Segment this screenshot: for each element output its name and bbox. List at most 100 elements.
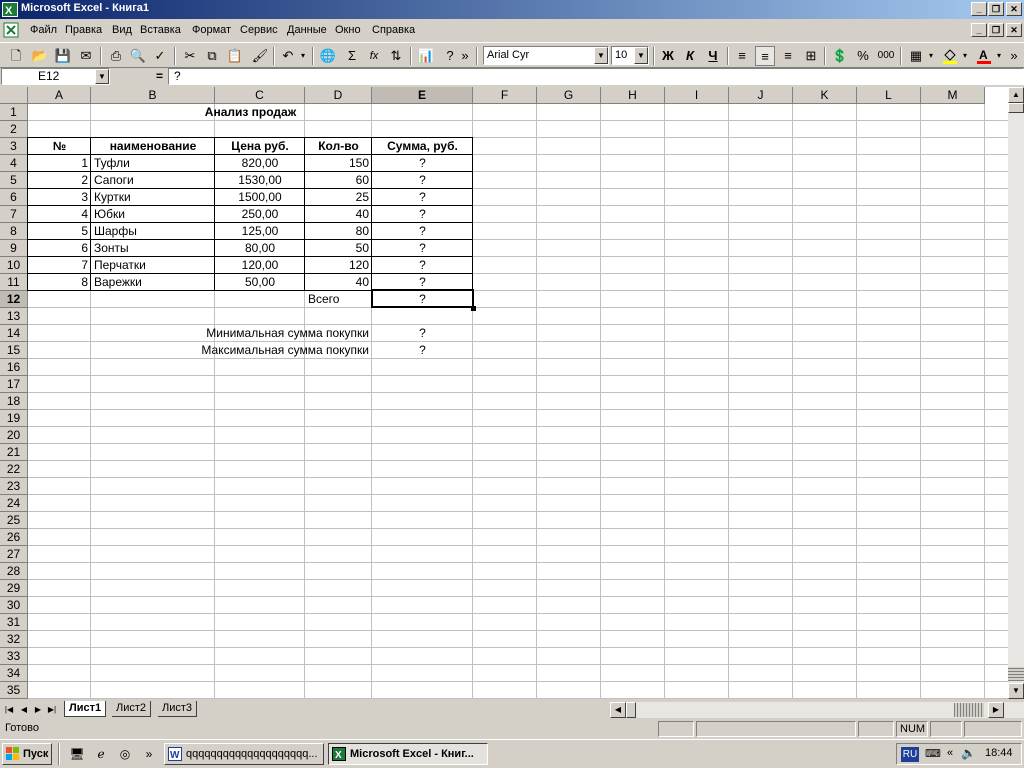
font-size-combo[interactable]: 10 ▼ bbox=[611, 46, 649, 65]
menu-format[interactable]: Формат bbox=[192, 24, 231, 36]
cut-icon[interactable]: ✂ bbox=[180, 46, 200, 66]
paste-icon[interactable]: 📋 bbox=[225, 46, 245, 66]
row-header-10[interactable]: 10 bbox=[0, 257, 28, 274]
row-header-19[interactable]: 19 bbox=[0, 410, 28, 427]
align-center-icon[interactable]: ≡ bbox=[755, 46, 775, 66]
format-painter-icon[interactable]: 🖌 bbox=[250, 46, 270, 66]
select-all-corner[interactable] bbox=[0, 87, 28, 104]
cell-product-name[interactable]: Туфли bbox=[91, 155, 215, 172]
cell-sum[interactable]: ? bbox=[372, 223, 473, 240]
column-header-a[interactable]: A bbox=[28, 87, 91, 104]
cell-number[interactable]: 8 bbox=[28, 274, 91, 291]
doc-minimize-button[interactable]: _ bbox=[971, 23, 987, 37]
row-header-22[interactable]: 22 bbox=[0, 461, 28, 478]
row-header-12[interactable]: 12 bbox=[0, 291, 28, 308]
row-header-6[interactable]: 6 bbox=[0, 189, 28, 206]
cell-number[interactable]: 6 bbox=[28, 240, 91, 257]
column-header-i[interactable]: I bbox=[665, 87, 729, 104]
currency-icon[interactable]: 💲 bbox=[830, 46, 850, 66]
scroll-left-icon[interactable]: ◀ bbox=[610, 702, 626, 718]
cell-number[interactable]: 4 bbox=[28, 206, 91, 223]
split-handle[interactable] bbox=[1008, 667, 1024, 681]
borders-icon[interactable]: ▦ bbox=[906, 46, 926, 66]
cell-sum[interactable]: ? bbox=[372, 257, 473, 274]
align-right-icon[interactable]: ≡ bbox=[778, 46, 798, 66]
column-header-f[interactable]: F bbox=[473, 87, 537, 104]
row-header-30[interactable]: 30 bbox=[0, 597, 28, 614]
doc-close-button[interactable]: ✕ bbox=[1006, 23, 1022, 37]
scroll-thumb[interactable] bbox=[1008, 103, 1024, 113]
start-button[interactable]: Пуск bbox=[2, 743, 52, 765]
insert-function-icon[interactable]: fx bbox=[364, 46, 384, 66]
spelling-icon[interactable]: ✓ bbox=[150, 46, 170, 66]
close-button[interactable]: ✕ bbox=[1006, 2, 1022, 16]
media-icon[interactable]: ◎ bbox=[116, 745, 134, 763]
merge-center-icon[interactable]: ⊞ bbox=[801, 46, 821, 66]
minimize-button[interactable]: _ bbox=[971, 2, 987, 16]
fill-handle[interactable] bbox=[471, 306, 476, 311]
row-header-17[interactable]: 17 bbox=[0, 376, 28, 393]
header-name[interactable]: наименование bbox=[91, 138, 215, 155]
row-header-35[interactable]: 35 bbox=[0, 682, 28, 699]
percent-button[interactable]: % bbox=[853, 46, 873, 66]
row-header-2[interactable]: 2 bbox=[0, 121, 28, 138]
row-header-32[interactable]: 32 bbox=[0, 631, 28, 648]
menu-view[interactable]: Вид bbox=[112, 24, 132, 36]
row-header-16[interactable]: 16 bbox=[0, 359, 28, 376]
menu-window[interactable]: Окно bbox=[335, 24, 361, 36]
cell-sum[interactable]: ? bbox=[372, 189, 473, 206]
row-header-23[interactable]: 23 bbox=[0, 478, 28, 495]
cell-quantity[interactable]: 80 bbox=[305, 223, 372, 240]
cell-price[interactable]: 120,00 bbox=[215, 257, 305, 274]
cell-quantity[interactable]: 150 bbox=[305, 155, 372, 172]
font-name-combo[interactable]: Arial Cyr ▼ bbox=[483, 46, 609, 65]
split-handle[interactable] bbox=[954, 703, 984, 717]
row-header-20[interactable]: 20 bbox=[0, 427, 28, 444]
row-header-13[interactable]: 13 bbox=[0, 308, 28, 325]
row-header-29[interactable]: 29 bbox=[0, 580, 28, 597]
column-header-l[interactable]: L bbox=[857, 87, 921, 104]
toolbar-overflow-icon[interactable]: » bbox=[1008, 46, 1020, 66]
cell-price[interactable]: 1530,00 bbox=[215, 172, 305, 189]
cell-product-name[interactable]: Перчатки bbox=[91, 257, 215, 274]
tray-expand-icon[interactable]: « bbox=[947, 747, 953, 759]
tab-sheet2[interactable]: Лист2 bbox=[112, 701, 152, 717]
row-header-26[interactable]: 26 bbox=[0, 529, 28, 546]
cell-quantity[interactable]: 60 bbox=[305, 172, 372, 189]
row-header-1[interactable]: 1 bbox=[0, 104, 28, 121]
thousands-separator-button[interactable]: 000 bbox=[876, 46, 896, 66]
active-cell-selection[interactable] bbox=[371, 289, 474, 308]
hyperlink-icon[interactable]: 🌐 bbox=[318, 46, 338, 66]
row-header-34[interactable]: 34 bbox=[0, 665, 28, 682]
quicklaunch-more-icon[interactable]: » bbox=[140, 745, 158, 763]
cell-product-name[interactable]: Сапоги bbox=[91, 172, 215, 189]
scroll-right-icon[interactable]: ▶ bbox=[988, 702, 1004, 718]
column-header-d[interactable]: D bbox=[305, 87, 372, 104]
open-folder-icon[interactable]: 📂 bbox=[30, 46, 50, 66]
row-header-24[interactable]: 24 bbox=[0, 495, 28, 512]
cell-sum[interactable]: ? bbox=[372, 172, 473, 189]
row-header-7[interactable]: 7 bbox=[0, 206, 28, 223]
row-header-31[interactable]: 31 bbox=[0, 614, 28, 631]
italic-button[interactable]: К bbox=[680, 46, 700, 66]
language-indicator[interactable]: RU bbox=[901, 747, 919, 762]
row-header-33[interactable]: 33 bbox=[0, 648, 28, 665]
cell-number[interactable]: 1 bbox=[28, 155, 91, 172]
cell-sum[interactable]: ? bbox=[372, 240, 473, 257]
first-sheet-icon[interactable]: |◀ bbox=[2, 702, 16, 717]
row-header-15[interactable]: 15 bbox=[0, 342, 28, 359]
restore-button[interactable]: ❐ bbox=[988, 2, 1004, 16]
row-header-27[interactable]: 27 bbox=[0, 546, 28, 563]
row-header-4[interactable]: 4 bbox=[0, 155, 28, 172]
row-header-3[interactable]: 3 bbox=[0, 138, 28, 155]
toolbar-options-icon[interactable]: » bbox=[460, 46, 470, 66]
column-header-e[interactable]: E bbox=[372, 87, 473, 104]
align-left-icon[interactable]: ≡ bbox=[732, 46, 752, 66]
internet-explorer-icon[interactable]: ℯ bbox=[92, 745, 110, 763]
keyboard-icon[interactable]: ⌨ bbox=[925, 747, 941, 760]
cell-quantity[interactable]: 25 bbox=[305, 189, 372, 206]
tab-sheet1[interactable]: Лист1 bbox=[64, 701, 107, 717]
row-header-18[interactable]: 18 bbox=[0, 393, 28, 410]
taskbar-excel-button[interactable]: X Microsoft Excel - Книг... bbox=[328, 743, 488, 765]
doc-restore-button[interactable]: ❐ bbox=[988, 23, 1004, 37]
